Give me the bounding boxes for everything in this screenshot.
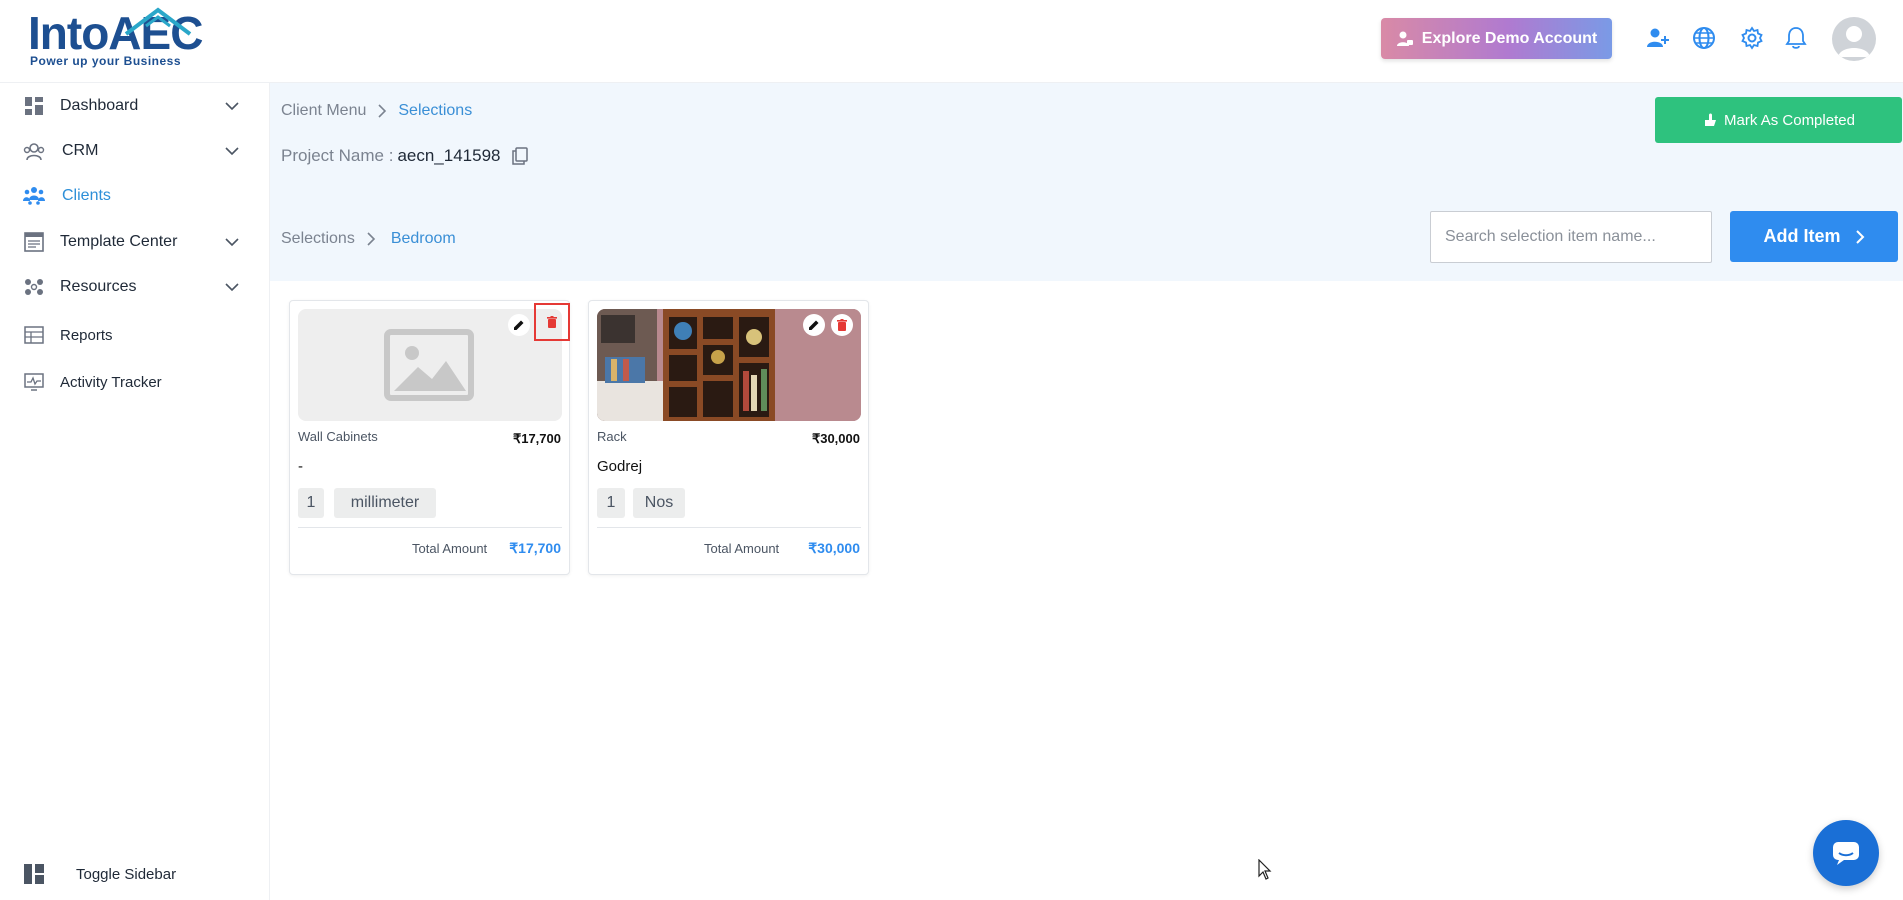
chevron-right-icon — [367, 232, 375, 246]
chat-button[interactable] — [1813, 820, 1879, 886]
gear-icon[interactable] — [1738, 24, 1766, 52]
project-name-value: aecn_141598 — [397, 146, 501, 165]
breadcrumb-selections[interactable]: Selections — [398, 102, 472, 120]
chevron-down-icon — [225, 238, 239, 247]
sidebar-item-crm[interactable]: CRM — [0, 131, 270, 171]
project-name-label: Project Name : — [281, 146, 394, 165]
chevron-down-icon — [225, 102, 239, 111]
trash-icon — [547, 316, 557, 328]
activity-icon — [22, 370, 46, 394]
hand-check-icon — [1705, 113, 1717, 126]
card-divider — [597, 527, 861, 528]
sidebar-item-dashboard[interactable]: Dashboard — [0, 86, 270, 126]
chat-bubble-icon — [1833, 842, 1859, 865]
breadcrumb: Client Menu Selections — [281, 102, 472, 120]
top-header: IntoAEC Power up your Business Explore D… — [0, 0, 1903, 83]
selection-card[interactable]: Rack ₹30,000 Godrej 1 Nos Total Amount ₹… — [588, 300, 869, 575]
user-lock-icon — [1396, 31, 1413, 46]
breadcrumb-client-menu[interactable]: Client Menu — [281, 102, 366, 120]
mark-as-completed-button[interactable]: Mark As Completed — [1655, 97, 1902, 143]
sidebar-item-clients[interactable]: Clients — [0, 176, 270, 216]
unit-chip: Nos — [633, 488, 685, 518]
delete-button[interactable] — [534, 303, 570, 341]
trash-icon — [837, 319, 847, 331]
resources-icon — [22, 275, 46, 299]
user-avatar[interactable] — [1832, 17, 1876, 61]
quantity-chip: 1 — [298, 488, 324, 518]
unit-chip: millimeter — [334, 488, 436, 518]
item-category: Rack — [597, 429, 627, 444]
logo-roof-icon — [124, 7, 192, 36]
search-input[interactable] — [1430, 211, 1712, 263]
crm-icon — [22, 139, 46, 163]
bell-icon[interactable] — [1782, 24, 1810, 52]
app-logo[interactable]: IntoAEC Power up your Business — [28, 6, 203, 70]
sidebar-item-label: Reports — [60, 326, 113, 344]
item-price: ₹17,700 — [512, 431, 561, 446]
edit-button[interactable] — [803, 314, 825, 336]
sidebar-item-label: Dashboard — [60, 97, 139, 114]
card-divider — [298, 527, 562, 528]
sidebar-item-activity-tracker[interactable]: Activity Tracker — [0, 362, 270, 402]
logo-tagline: Power up your Business — [30, 54, 182, 68]
sidebar-toggle-icon — [22, 862, 46, 886]
copy-icon[interactable] — [512, 147, 529, 165]
delete-button[interactable] — [831, 314, 853, 336]
sidebar-item-reports[interactable]: Reports — [0, 315, 270, 355]
chevron-right-icon — [1855, 229, 1864, 244]
pencil-icon — [514, 320, 524, 330]
mouse-cursor-icon — [1258, 859, 1272, 880]
sub-breadcrumb: Selections Bedroom — [281, 230, 456, 248]
sidebar-item-label: Activity Tracker — [60, 373, 162, 391]
selection-card[interactable]: Wall Cabinets ₹17,700 - 1 millimeter Tot… — [289, 300, 570, 575]
sidebar-item-label: CRM — [62, 142, 99, 159]
project-name: Project Name : aecn_141598 — [281, 146, 529, 166]
clients-icon — [22, 184, 46, 208]
total-amount-label: Total Amount — [412, 541, 488, 556]
sidebar-item-label: Clients — [62, 187, 111, 204]
reports-icon — [22, 323, 46, 347]
globe-icon[interactable] — [1690, 24, 1718, 52]
add-user-icon[interactable] — [1644, 24, 1672, 52]
page-header-area: Client Menu Selections Project Name : ae… — [270, 83, 1903, 281]
sidebar-item-label: Resources — [60, 278, 137, 295]
sidebar-item-label: Template Center — [60, 233, 178, 250]
add-item-button[interactable]: Add Item — [1730, 211, 1898, 262]
total-amount-label: Total Amount — [704, 541, 780, 556]
chevron-right-icon — [378, 104, 387, 118]
chevron-down-icon — [225, 283, 239, 292]
main-content: Client Menu Selections Project Name : ae… — [270, 83, 1903, 900]
item-brand: - — [298, 458, 303, 475]
sidebar-item-resources[interactable]: Resources — [0, 267, 270, 307]
breadcrumb-bedroom[interactable]: Bedroom — [391, 230, 456, 248]
sidebar-item-template-center[interactable]: Template Center — [0, 222, 270, 262]
breadcrumb-selections-parent[interactable]: Selections — [281, 230, 355, 248]
edit-button[interactable] — [508, 314, 530, 336]
mark-as-completed-label: Mark As Completed — [1724, 111, 1855, 129]
total-amount-value: ₹30,000 — [808, 540, 860, 556]
chevron-down-icon — [225, 147, 239, 156]
total-amount-value: ₹17,700 — [509, 540, 561, 556]
quantity-chip: 1 — [597, 488, 625, 518]
item-category: Wall Cabinets — [298, 429, 378, 444]
item-price: ₹30,000 — [811, 431, 860, 446]
explore-demo-button[interactable]: Explore Demo Account — [1381, 18, 1612, 59]
explore-demo-label: Explore Demo Account — [1421, 29, 1598, 47]
toggle-sidebar-label: Toggle Sidebar — [76, 865, 177, 883]
image-placeholder-icon — [384, 329, 474, 401]
add-item-label: Add Item — [1763, 226, 1841, 246]
template-icon — [22, 230, 46, 254]
item-brand: Godrej — [597, 458, 643, 475]
dashboard-icon — [22, 94, 46, 118]
sidebar: Dashboard CRM Clients Template Center Re… — [0, 83, 270, 900]
toggle-sidebar-button[interactable]: Toggle Sidebar — [0, 854, 270, 894]
pencil-icon — [809, 320, 819, 330]
